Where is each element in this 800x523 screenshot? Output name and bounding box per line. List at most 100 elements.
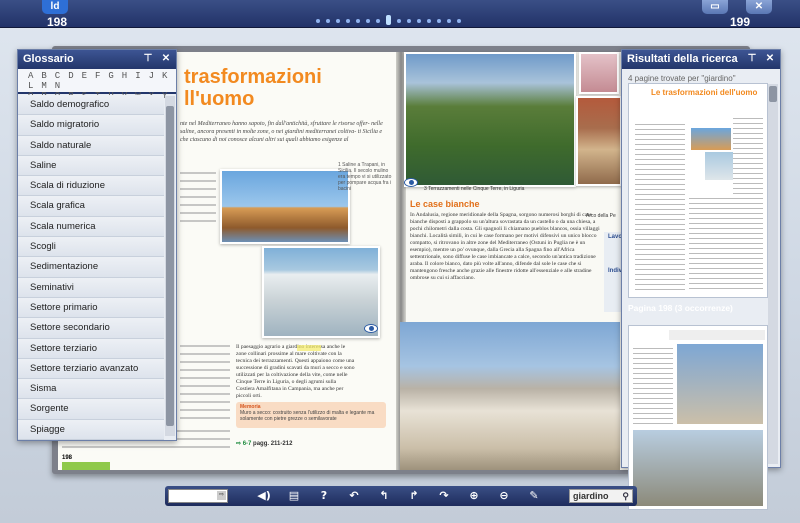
- page-navigator[interactable]: [316, 15, 461, 25]
- glossary-item[interactable]: Scala numerica: [18, 216, 164, 238]
- glossary-item[interactable]: Settore terziario: [18, 338, 164, 359]
- nav-dot[interactable]: [437, 19, 441, 23]
- glossary-item[interactable]: Saldo naturale: [18, 135, 164, 156]
- search-input[interactable]: giardino ⚲: [569, 489, 633, 503]
- redo-icon[interactable]: ↷: [437, 489, 451, 503]
- page-number-label: 198: [62, 455, 73, 461]
- nav-dot[interactable]: [366, 19, 370, 23]
- result-thumbnail[interactable]: Le trasformazioni dell'uomo: [628, 83, 768, 298]
- trulli-photo[interactable]: [400, 322, 620, 470]
- nav-dot[interactable]: [376, 19, 380, 23]
- close-icon[interactable]: ✕: [160, 53, 172, 65]
- glossary-item[interactable]: Seminativi: [18, 277, 164, 298]
- search-icon[interactable]: ⚲: [622, 490, 629, 502]
- thumbnail-title: Le trasformazioni dell'uomo: [651, 88, 758, 97]
- zoom-in-icon[interactable]: ⊕: [467, 489, 481, 503]
- nav-dot[interactable]: [397, 19, 401, 23]
- text-line: [180, 409, 230, 411]
- nav-dot[interactable]: [316, 19, 320, 23]
- help-icon[interactable]: ?: [317, 489, 331, 503]
- chapter-title: trasformazioni ll'uomo: [184, 66, 322, 110]
- photo-caption: 1 Saline a Trapani, in Sicilia. Il secol…: [338, 162, 392, 192]
- nav-dot[interactable]: [346, 19, 350, 23]
- text-line: [180, 212, 216, 214]
- search-value: giardino: [573, 491, 609, 501]
- zoom-photo-icon[interactable]: [364, 324, 378, 333]
- nav-dot-current[interactable]: [386, 15, 391, 25]
- text-line: [180, 401, 230, 403]
- glossary-item[interactable]: Saline: [18, 155, 164, 177]
- left-page-number: 198: [47, 15, 68, 29]
- nav-dot[interactable]: [417, 19, 421, 23]
- cross-reference-pages: pagg. 211-212: [253, 441, 293, 447]
- zoom-photo-icon[interactable]: [404, 178, 418, 187]
- window-restore-button[interactable]: ▭: [702, 0, 728, 14]
- close-icon[interactable]: ✕: [764, 53, 776, 65]
- results-scrollbar[interactable]: [768, 84, 778, 464]
- nav-dot[interactable]: [356, 19, 360, 23]
- go-to-page-button[interactable]: ⇨: [217, 491, 226, 500]
- glossary-panel: Glossario ⊤ ✕ A B C D E F G H I J K L M …: [17, 49, 177, 441]
- memo-box: Memoria Muro a secco: costruito senza l'…: [236, 402, 386, 428]
- alphabet-index[interactable]: A B C D E F G H I J K L M N O P Q R S T …: [18, 69, 176, 111]
- text-line: [180, 196, 216, 198]
- book-icon[interactable]: ▤: [287, 489, 301, 503]
- undo-icon[interactable]: ↶: [347, 489, 361, 503]
- glossary-list: Saldo demografico Saldo migratorio Saldo…: [18, 95, 164, 441]
- section-body: In Andalusia, regione meridionale della …: [410, 212, 600, 281]
- nav-dot[interactable]: [427, 19, 431, 23]
- glossary-item[interactable]: Settore terziario avanzato: [18, 358, 164, 380]
- page-number-bar: [62, 462, 110, 470]
- nav-dot[interactable]: [407, 19, 411, 23]
- zoom-out-icon[interactable]: ⊖: [497, 489, 511, 503]
- text-line: [180, 377, 230, 379]
- text-line: [180, 393, 230, 395]
- cinque-terre-photo[interactable]: [404, 52, 576, 187]
- pin-icon[interactable]: ⊤: [142, 53, 154, 65]
- glossary-item[interactable]: Saldo demografico: [18, 95, 164, 116]
- glossary-item[interactable]: Settore secondario: [18, 318, 164, 339]
- nav-dot[interactable]: [457, 19, 461, 23]
- nav-dot[interactable]: [336, 19, 340, 23]
- top-bar: ld 198 ▭ ✕ 199: [0, 0, 800, 29]
- glossary-item[interactable]: Sedimentazione: [18, 257, 164, 278]
- glossary-item[interactable]: Saldo migratorio: [18, 115, 164, 136]
- text-line: [180, 220, 216, 222]
- thumbnail-text: [635, 120, 685, 290]
- text-line: [180, 345, 230, 347]
- pin-icon[interactable]: ⊤: [746, 53, 758, 65]
- thumbnail-image: [691, 128, 731, 150]
- results-scroll-thumb[interactable]: [769, 86, 777, 102]
- thumbnail-photo[interactable]: [579, 52, 619, 94]
- link-icon: ⇨: [236, 441, 243, 447]
- glossary-item[interactable]: Settore primario: [18, 297, 164, 319]
- saline-windmill-photo[interactable]: [220, 169, 350, 244]
- glossary-scroll-thumb[interactable]: [166, 106, 174, 426]
- glossary-header[interactable]: Glossario ⊤ ✕: [18, 50, 176, 69]
- speaker-icon[interactable]: ◀): [257, 489, 271, 503]
- salt-flats-photo[interactable]: [262, 246, 380, 338]
- glossary-item[interactable]: Scala grafica: [18, 196, 164, 217]
- nav-dot[interactable]: [447, 19, 451, 23]
- glossary-item[interactable]: Scala di riduzione: [18, 176, 164, 197]
- arch-photo[interactable]: [576, 96, 622, 186]
- glossary-item[interactable]: Scogli: [18, 237, 164, 258]
- results-header[interactable]: Risultati della ricerca ⊤ ✕: [622, 50, 780, 69]
- glossary-item[interactable]: Spiagge: [18, 419, 164, 441]
- forward-icon[interactable]: ↱: [407, 489, 421, 503]
- alphabet-row[interactable]: A B C D E F G H I J K L M N: [28, 71, 172, 91]
- text-line: [180, 353, 230, 355]
- glossary-item[interactable]: Sorgente: [18, 399, 164, 420]
- result-page-label[interactable]: Pagina 198 (3 occorrenze): [628, 303, 768, 317]
- glossary-item[interactable]: Sisma: [18, 379, 164, 400]
- close-app-button[interactable]: ✕: [746, 0, 772, 14]
- search-highlight: [297, 345, 321, 351]
- nav-dot[interactable]: [326, 19, 330, 23]
- pen-icon[interactable]: ✎: [527, 489, 541, 503]
- text-line: [180, 361, 230, 363]
- result-thumbnail[interactable]: [628, 325, 768, 510]
- cross-reference[interactable]: ⇨ 6-7 pagg. 211-212: [236, 440, 292, 447]
- text-line: [180, 188, 216, 190]
- memo-text: Muro a secco: costruito senza l'utilizzo…: [240, 410, 375, 422]
- back-icon[interactable]: ↰: [377, 489, 391, 503]
